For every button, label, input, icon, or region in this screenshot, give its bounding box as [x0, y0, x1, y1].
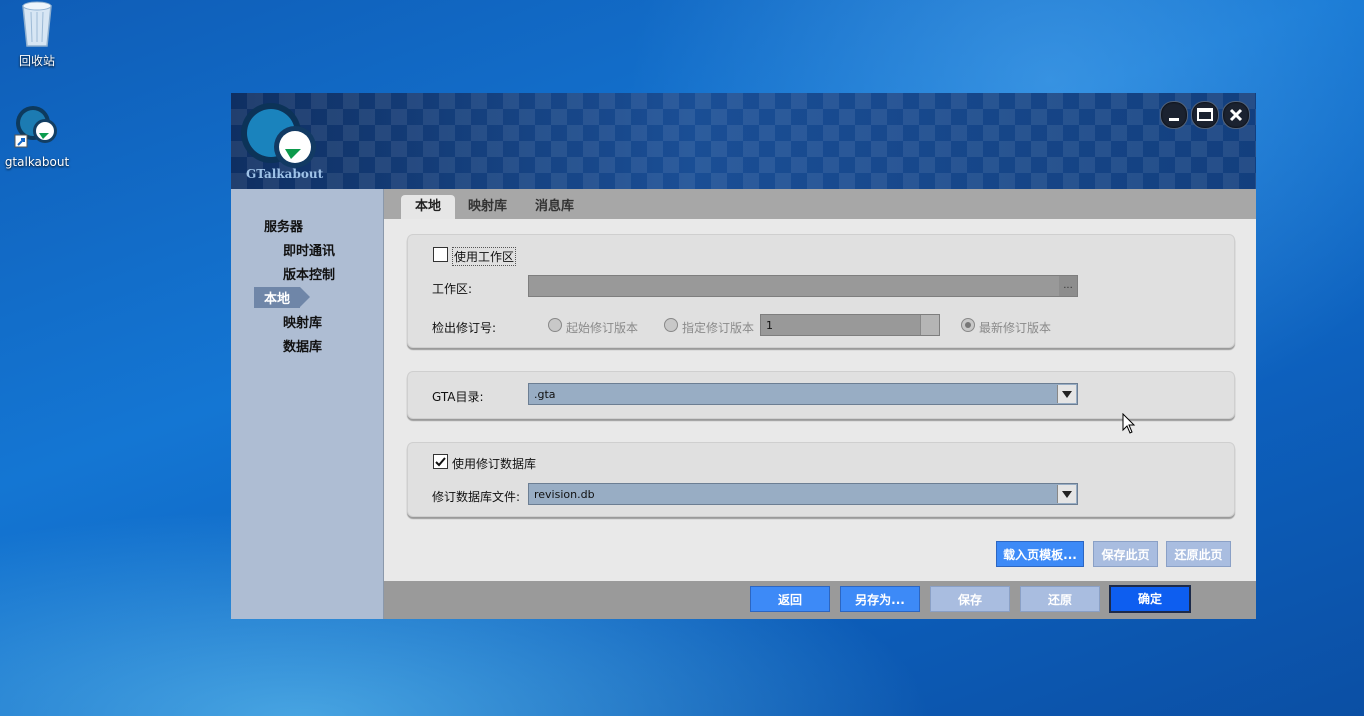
gta-dropdown-button[interactable] — [1057, 385, 1076, 403]
revision-db-file-label: 修订数据库文件: — [432, 490, 521, 504]
checkmark-icon — [435, 457, 446, 467]
maximize-icon — [1197, 108, 1213, 121]
minimize-icon — [1169, 118, 1179, 121]
back-button[interactable]: 返回 — [750, 586, 830, 612]
gta-directory-value: .gta — [534, 388, 556, 401]
workspace-group: 使用工作区 工作区: ... 检出修订号: 起始修订版本 指定修订版本 1 最新… — [407, 234, 1235, 348]
desktop-icon-label: gtalkabout — [4, 155, 70, 169]
gta-directory-group: GTA目录: .gta — [407, 371, 1235, 419]
restore-page-button[interactable]: 还原此页 — [1166, 541, 1231, 567]
recycle-bin-icon — [17, 0, 57, 48]
app-window: GTalkabout 服务器 即时通讯 版本控制 本地 映射库 数据库 本地 映… — [231, 93, 1256, 619]
revision-number-value: 1 — [766, 319, 773, 332]
sidebar-item-database[interactable]: 数据库 — [283, 336, 322, 355]
use-workspace-checkbox[interactable] — [433, 247, 448, 262]
spin-up-button[interactable] — [920, 315, 939, 325]
close-icon — [1229, 108, 1243, 122]
latest-revision-radio[interactable] — [961, 318, 975, 332]
desktop-icon-gtalkabout[interactable]: gtalkabout — [0, 103, 74, 169]
workspace-path-input[interactable]: ... — [528, 275, 1078, 297]
browse-workspace-button[interactable]: ... — [1059, 276, 1077, 296]
sidebar-item-version-control[interactable]: 版本控制 — [283, 264, 335, 283]
save-as-button[interactable]: 另存为... — [840, 586, 920, 612]
start-revision-radio[interactable] — [548, 318, 562, 332]
app-name-text: GTalkabout — [246, 167, 324, 181]
minimize-button[interactable] — [1160, 101, 1188, 129]
latest-revision-label: 最新修订版本 — [979, 321, 1052, 335]
gtalkabout-app-icon — [13, 103, 61, 151]
restore-button[interactable]: 还原 — [1020, 586, 1100, 612]
revision-number-spinner[interactable]: 1 — [760, 314, 940, 336]
save-button[interactable]: 保存 — [930, 586, 1010, 612]
sidebar-item-mapping-library[interactable]: 映射库 — [283, 312, 322, 331]
tab-mapping-library[interactable]: 映射库 — [454, 195, 521, 219]
specified-revision-radio[interactable] — [664, 318, 678, 332]
mouse-cursor-icon — [1122, 412, 1136, 438]
sidebar-item-server[interactable]: 服务器 — [264, 216, 303, 235]
revision-db-file-value: revision.db — [534, 488, 595, 501]
title-bar[interactable]: GTalkabout — [231, 93, 1256, 189]
start-revision-label: 起始修订版本 — [566, 321, 639, 335]
tab-local[interactable]: 本地 — [401, 195, 456, 219]
content-panel: 本地 映射库 消息库 使用工作区 工作区: ... 检出修订号: 起始修订版本 … — [384, 189, 1256, 619]
desktop-icon-label: 回收站 — [18, 54, 55, 68]
sidebar-item-local[interactable]: 本地 — [254, 287, 311, 308]
gta-directory-select[interactable]: .gta — [528, 383, 1078, 405]
revision-db-file-select[interactable]: revision.db — [528, 483, 1078, 505]
close-button[interactable] — [1222, 101, 1250, 129]
tab-bar: 本地 映射库 消息库 — [384, 189, 1256, 219]
tab-message-library[interactable]: 消息库 — [521, 195, 588, 219]
workspace-path-label: 工作区: — [432, 282, 473, 296]
chevron-down-icon — [1062, 391, 1072, 398]
specified-revision-label: 指定修订版本 — [682, 321, 755, 335]
footer-bar: 返回 另存为... 保存 还原 确定 — [384, 581, 1256, 619]
checkout-revision-label: 检出修订号: — [432, 321, 497, 335]
use-revision-db-label: 使用修订数据库 — [452, 457, 537, 471]
use-workspace-label: 使用工作区 — [452, 247, 517, 266]
sidebar-nav: 服务器 即时通讯 版本控制 本地 映射库 数据库 — [231, 189, 384, 619]
desktop-icon-recycle-bin[interactable]: 回收站 — [0, 0, 74, 69]
use-revision-db-checkbox[interactable] — [433, 454, 448, 469]
revision-database-group: 使用修订数据库 修订数据库文件: revision.db — [407, 442, 1235, 517]
spin-down-button[interactable] — [920, 325, 939, 335]
sidebar-item-instant-messaging[interactable]: 即时通讯 — [283, 240, 335, 259]
chevron-down-icon — [1062, 491, 1072, 498]
load-page-template-button[interactable]: 载入页模板... — [996, 541, 1084, 567]
gta-directory-label: GTA目录: — [432, 390, 484, 404]
revision-db-dropdown-button[interactable] — [1057, 485, 1076, 503]
maximize-button[interactable] — [1191, 101, 1219, 129]
ok-button[interactable]: 确定 — [1109, 585, 1191, 613]
save-page-button[interactable]: 保存此页 — [1093, 541, 1158, 567]
